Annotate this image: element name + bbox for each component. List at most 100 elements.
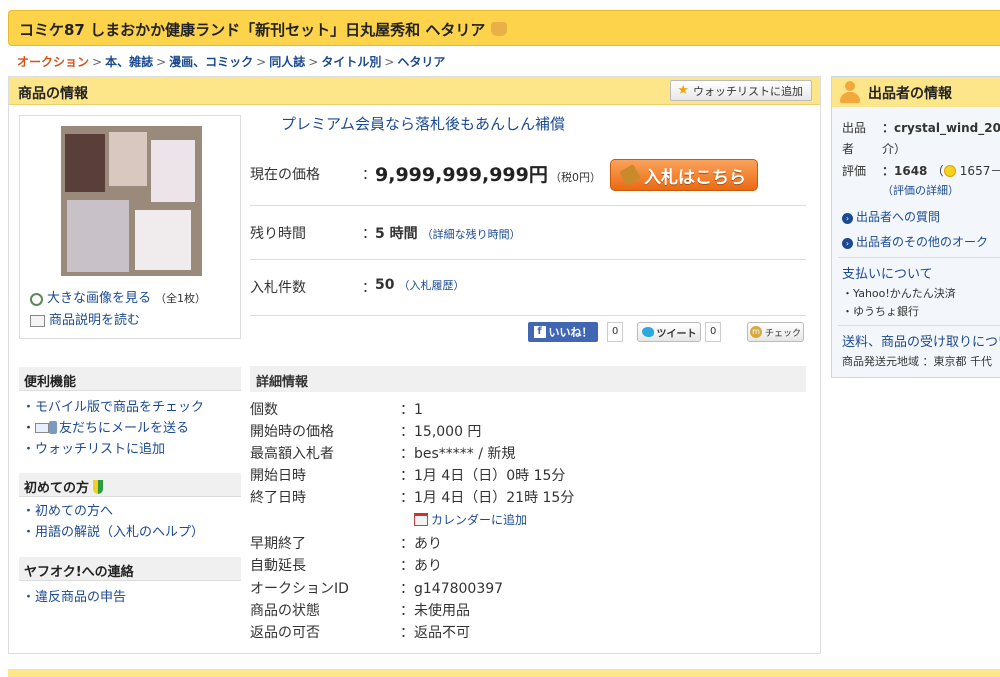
rating-label: 評価 [842,164,867,178]
time-left-label: 残り時間 [250,226,306,242]
bid-history-link[interactable]: （入札履歴） [398,279,464,292]
detail-row-quantity: 個数 ：1 [250,402,423,418]
magnifier-icon [30,292,43,306]
breadcrumb: オークション > 本、雑誌 > 漫画、コミック > 同人誌 > タイトル別 > ヘタリア [17,55,446,69]
like-label: いいね！ [548,326,593,339]
star-icon: ★ [677,83,689,98]
watchlist-button[interactable]: ★ ウォッチリストに追加 [670,80,812,101]
time-left-detail-link[interactable]: （詳細な残り時間） [422,228,521,241]
breadcrumb-item-doujinshi[interactable]: 同人誌 [269,55,305,69]
ship-from: 商品発送元地域 ：東京都 千代 [842,355,992,368]
rating-detail-link[interactable]: （評価の詳細） [882,182,959,198]
contact-list: ・違反商品の申告 [22,587,126,608]
premium-notice-link[interactable]: プレミアム会員なら落札後もあんしん補償 [281,113,565,134]
ask-question-row[interactable]: › 出品者への質問 [842,208,940,225]
detail-row-top-bidder: 最高額入札者 ：bes***** / 新規 [250,446,516,462]
detail-row-early-end: 早期終了 ：あり [250,536,442,552]
seller-panel-header: 出品者の情報 [832,77,1000,107]
bids-value: 50 [375,277,395,293]
glossary-link[interactable]: ・用語の解説（入札のヘルプ） [22,525,204,540]
breadcrumb-item-manga[interactable]: 漫画、コミック [169,55,253,69]
item-panel-header: 商品の情報 ★ ウォッチリストに追加 [9,77,820,105]
sun-icon [943,165,956,177]
arrow-right-icon: › [842,213,853,224]
price-value: 9,999,999,999円 [375,164,548,186]
mixi-check-button[interactable]: m チェック [747,322,804,342]
price-row: 現在の価格 ： 9,999,999,999円 （税0円） 入札はこちら [250,150,806,206]
item-photo[interactable] [61,126,202,276]
arrow-right-icon: › [842,238,853,249]
report-violation-link[interactable]: ・違反商品の申告 [22,590,126,605]
send-mail-link[interactable]: 友だちにメールを送る [59,421,189,436]
breadcrumb-item-by-title[interactable]: タイトル別 [321,55,381,69]
item-panel-title: 商品の情報 [18,86,88,102]
payment-method-yahoo: ・Yahoo!かんたん決済 [842,287,956,300]
payment-link[interactable]: 支払いについて [842,263,933,282]
detail-row-condition: 商品の状態 ：未使用品 [250,603,470,619]
tweet-button[interactable]: ツイート [637,322,701,342]
shipping-link[interactable]: 送料、商品の受け取りについ [842,331,1000,350]
seller-label: 出品 [842,121,867,135]
calendar-link[interactable]: カレンダーに追加 [414,511,527,528]
time-left-value: 5 時間 [375,226,418,242]
gavel-icon [619,164,641,186]
seller-id-link[interactable]: ：crystal_wind_20 [882,119,1000,136]
read-description-link[interactable]: 商品説明を読む [49,310,140,332]
seller-panel-title: 出品者の情報 [868,86,952,102]
seller-intro: 介） [882,142,907,156]
detail-row-start-price: 開始時の価格 ：15,000 円 [250,424,482,440]
contact-heading: ヤフオク!への連絡 [19,557,241,581]
user-icon [838,80,862,104]
price-label: 現在の価格 [250,167,320,183]
facebook-icon: f [533,326,546,338]
breadcrumb-item-books[interactable]: 本、雑誌 [105,55,153,69]
detail-row-end-time: 終了日時 ：1月 4日（日）21時 15分 [250,490,575,506]
mixi-icon: m [749,326,762,338]
time-left-row: 残り時間 ： 5 時間 （詳細な残り時間） [250,206,806,260]
rating-row: ：1648 （ 1657－ [882,162,1000,179]
photo-box: 大きな画像を見る （全1枚） 商品説明を読む [19,115,241,339]
calendar-icon [414,513,428,526]
footer-bar [8,669,1000,677]
like-count: 0 [607,322,624,342]
add-watchlist-link[interactable]: ・ウォッチリストに追加 [22,442,165,457]
mail-icon [35,423,50,433]
image-count: （全1枚） [155,292,207,305]
first-time-heading: 初めての方 [19,473,241,497]
page-title: コミケ87 しまおかか健康ランド「新刊セット」日丸屋秀和 ヘタリア [19,19,508,40]
first-time-list: ・初めての方へ ・用語の解説（入札のヘルプ） [22,501,204,543]
beginner-leaf-icon [93,480,104,494]
photo-links: 大きな画像を見る （全1枚） 商品説明を読む [30,288,206,332]
breadcrumb-item-hetalia[interactable]: ヘタリア [397,55,445,69]
other-items-link: 出品者のその他のオーク [856,235,989,249]
title-bar: コミケ87 しまおかか健康ランド「新刊セット」日丸屋秀和 ヘタリア [8,10,1000,46]
ask-question-link: 出品者への質問 [856,210,941,224]
rating-value: ：1648 [882,164,928,178]
other-items-row[interactable]: › 出品者のその他のオーク [842,233,988,250]
bid-button[interactable]: 入札はこちら [610,159,758,191]
convenience-list: ・モバイル版で商品をチェック ・友だちにメールを送る ・ウォッチリストに追加 [22,400,205,457]
beginners-link[interactable]: ・初めての方へ [22,504,113,519]
bids-label: 入札件数 [250,280,306,296]
payment-method-yucho: ・ゆうちょ銀行 [842,305,919,318]
view-large-image-link[interactable]: 大きな画像を見る [47,288,151,310]
bid-button-label: 入札はこちら [644,167,746,188]
mobile-check-link[interactable]: ・モバイル版で商品をチェック [22,400,204,415]
divider [838,257,1000,258]
details-heading: 詳細情報 [250,366,806,392]
calendar-link-label: カレンダーに追加 [431,513,528,527]
detail-row-auto-extend: 自動延長 ：あり [250,558,442,574]
divider [838,325,1000,326]
seller-label-2: 者 [842,142,855,156]
phone-icon [49,421,58,434]
twitter-bird-icon [641,327,654,337]
rating-positive: 1657－ [959,164,1000,178]
breadcrumb-item-auction[interactable]: オークション [17,55,89,69]
detail-row-auction-id: オークションID ：g147800397 [250,581,504,597]
tweet-count: 0 [705,322,722,342]
book-icon [30,315,45,327]
facebook-like-button[interactable]: f いいね！ [528,322,598,342]
tweet-label: ツイート [656,328,697,340]
convenience-heading: 便利機能 [19,367,241,391]
watchlist-button-label: ウォッチリストに追加 [693,84,803,98]
